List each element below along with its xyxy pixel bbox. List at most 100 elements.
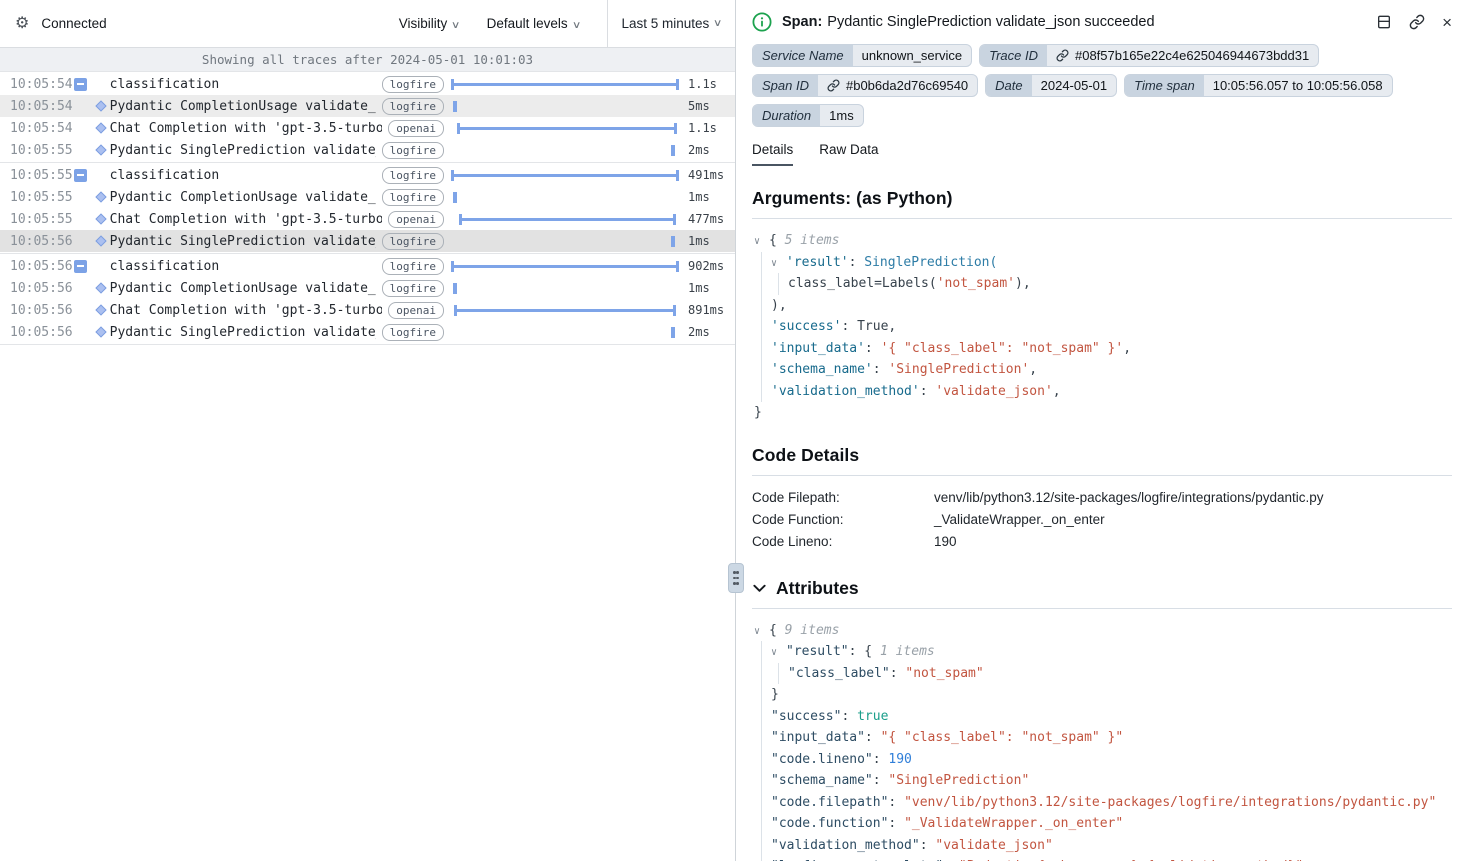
- code-line: "logfire.msg_template": "Pydantic {schem…: [754, 856, 1452, 861]
- meta-pill-value: 10:05:56.057 to 10:05:56.058: [1204, 75, 1392, 96]
- code-line: 'validation_method': 'validate_json',: [754, 381, 1452, 403]
- collapse-minus-icon[interactable]: [74, 78, 87, 91]
- meta-pill-value: #b0b6da2d76c69540: [818, 75, 977, 96]
- divider: [752, 218, 1452, 219]
- collapse-minus-icon[interactable]: [74, 260, 87, 273]
- trace-timestamp: 10:05:56: [10, 325, 73, 340]
- collapse-minus-icon[interactable]: [74, 169, 87, 182]
- collapse-toggle-icon[interactable]: ∨: [754, 621, 769, 643]
- trace-row[interactable]: 10:05:56classificationlogfire902ms: [0, 255, 735, 277]
- trace-icon-wrap: [73, 73, 110, 95]
- indent-guide: [778, 663, 788, 685]
- trace-panel: ⚙ Connected Visibility∨ Default levels∨ …: [0, 0, 736, 861]
- span-diamond-icon: [95, 122, 106, 133]
- trace-row[interactable]: 10:05:56Pydantic SinglePrediction valida…: [0, 321, 735, 343]
- trace-row[interactable]: 10:05:55classificationlogfire491ms: [0, 164, 735, 186]
- code-token-key: 'success': [771, 319, 841, 334]
- span-diamond-icon: [95, 213, 106, 224]
- trace-row[interactable]: 10:05:54classificationlogfire1.1s: [0, 73, 735, 95]
- code-details-heading: Code Details: [752, 445, 1452, 466]
- trace-row[interactable]: 10:05:54Chat Completion with 'gpt-3.5-tu…: [0, 117, 735, 139]
- indent-guide: [761, 684, 771, 706]
- trace-timeline-track: [451, 277, 679, 299]
- span-diamond-icon: [95, 326, 106, 337]
- code-detail-value: 190: [934, 531, 957, 553]
- trace-source-badge: logfire: [382, 258, 444, 275]
- trace-icon-wrap: [73, 321, 110, 343]
- link-icon[interactable]: [1056, 49, 1069, 62]
- duration-bar: [451, 265, 679, 268]
- trace-row[interactable]: 10:05:56Chat Completion with 'gpt-3.5-tu…: [0, 299, 735, 321]
- header-actions: ×: [1376, 14, 1452, 31]
- trace-icon-wrap: [73, 255, 110, 277]
- trace-duration: 1ms: [679, 190, 729, 204]
- trace-name: classification: [110, 77, 376, 92]
- meta-pill[interactable]: Trace ID#08f57b165e22c4e625046944673bdd3…: [979, 44, 1319, 67]
- span-title: Span:Pydantic SinglePrediction validate_…: [782, 14, 1155, 30]
- trace-timestamp: 10:05:56: [10, 303, 73, 318]
- copy-link-icon[interactable]: [1409, 14, 1425, 30]
- code-token-str: '{ "class_label": "not_spam" }': [881, 341, 1124, 356]
- code-token-itm: 1 items: [880, 644, 935, 659]
- tab-raw-data[interactable]: Raw Data: [819, 142, 878, 166]
- trace-row[interactable]: 10:05:54Pydantic CompletionUsage validat…: [0, 95, 735, 117]
- arguments-heading: Arguments: (as Python): [752, 188, 1452, 209]
- trace-timeline-track: [451, 208, 679, 230]
- code-detail-value: venv/lib/python3.12/site-packages/logfir…: [934, 487, 1323, 509]
- trace-name: Chat Completion with 'gpt-3.5-turbo-061: [110, 121, 383, 136]
- trace-row[interactable]: 10:05:55Pydantic CompletionUsage validat…: [0, 186, 735, 208]
- visibility-dropdown[interactable]: Visibility∨: [399, 16, 460, 31]
- code-line: ∨{ 9 items: [754, 620, 1452, 642]
- default-levels-dropdown[interactable]: Default levels∨: [487, 16, 580, 31]
- divider: [752, 608, 1452, 609]
- code-line: "validation_method": "validate_json": [754, 835, 1452, 857]
- meta-pill[interactable]: Span ID#b0b6da2d76c69540: [752, 74, 978, 97]
- duration-bar: [459, 218, 676, 221]
- code-token-str: "SinglePrediction": [888, 773, 1029, 788]
- code-line: "code.function": "_ValidateWrapper._on_e…: [754, 813, 1452, 835]
- indent-guide: [761, 792, 771, 814]
- span-diamond-icon: [95, 144, 106, 155]
- code-line: ),: [754, 295, 1452, 317]
- trace-timeline-track: [451, 299, 679, 321]
- span-diamond-icon: [95, 282, 106, 293]
- collapse-toggle-icon[interactable]: ∨: [754, 231, 769, 253]
- trace-name: Pydantic CompletionUsage validate_python: [110, 99, 376, 114]
- gear-icon[interactable]: ⚙: [15, 16, 29, 32]
- close-icon[interactable]: ×: [1442, 14, 1452, 31]
- collapse-toggle-icon[interactable]: ∨: [771, 253, 786, 275]
- code-token-pln: {: [769, 623, 785, 638]
- split-panel-icon[interactable]: [1376, 14, 1392, 30]
- code-token-pln: class_label=Labels(: [788, 276, 937, 291]
- meta-pill-value: 2024-05-01: [1032, 75, 1117, 96]
- meta-pill: Time span10:05:56.057 to 10:05:56.058: [1124, 74, 1392, 97]
- attributes-heading[interactable]: Attributes: [752, 578, 1452, 599]
- trace-duration: 1.1s: [679, 77, 729, 91]
- indent-guide: [761, 727, 771, 749]
- trace-row[interactable]: 10:05:56Pydantic CompletionUsage validat…: [0, 277, 735, 299]
- trace-timestamp: 10:05:55: [10, 168, 73, 183]
- trace-row[interactable]: 10:05:55Pydantic SinglePrediction valida…: [0, 139, 735, 161]
- code-token-pln: :: [888, 816, 904, 831]
- code-line: "success": true: [754, 706, 1452, 728]
- code-token-jkey: "input_data": [771, 730, 865, 745]
- trace-status-bar: Showing all traces after 2024-05-01 10:0…: [0, 48, 735, 72]
- meta-pill-value: #08f57b165e22c4e625046944673bdd31: [1047, 45, 1318, 66]
- meta-pill-label: Span ID: [753, 75, 818, 96]
- code-token-pln: :: [890, 666, 906, 681]
- collapse-toggle-icon[interactable]: ∨: [771, 642, 786, 664]
- panel-resize-handle[interactable]: [728, 563, 744, 593]
- code-token-str: "venv/lib/python3.12/site-packages/logfi…: [904, 795, 1436, 810]
- trace-duration: 2ms: [679, 325, 729, 339]
- meta-pill-label: Trace ID: [980, 45, 1047, 66]
- trace-source-badge: logfire: [382, 98, 444, 115]
- code-token-pln: {: [769, 233, 785, 248]
- trace-row[interactable]: 10:05:56Pydantic SinglePrediction valida…: [0, 230, 735, 252]
- tab-details[interactable]: Details: [752, 142, 793, 166]
- time-range-dropdown[interactable]: Last 5 minutes∨: [607, 0, 735, 47]
- meta-pill-label: Duration: [753, 105, 820, 126]
- code-token-jkey: "code.lineno": [771, 752, 873, 767]
- code-token-pln: :: [873, 362, 889, 377]
- link-icon[interactable]: [827, 79, 840, 92]
- trace-row[interactable]: 10:05:55Chat Completion with 'gpt-3.5-tu…: [0, 208, 735, 230]
